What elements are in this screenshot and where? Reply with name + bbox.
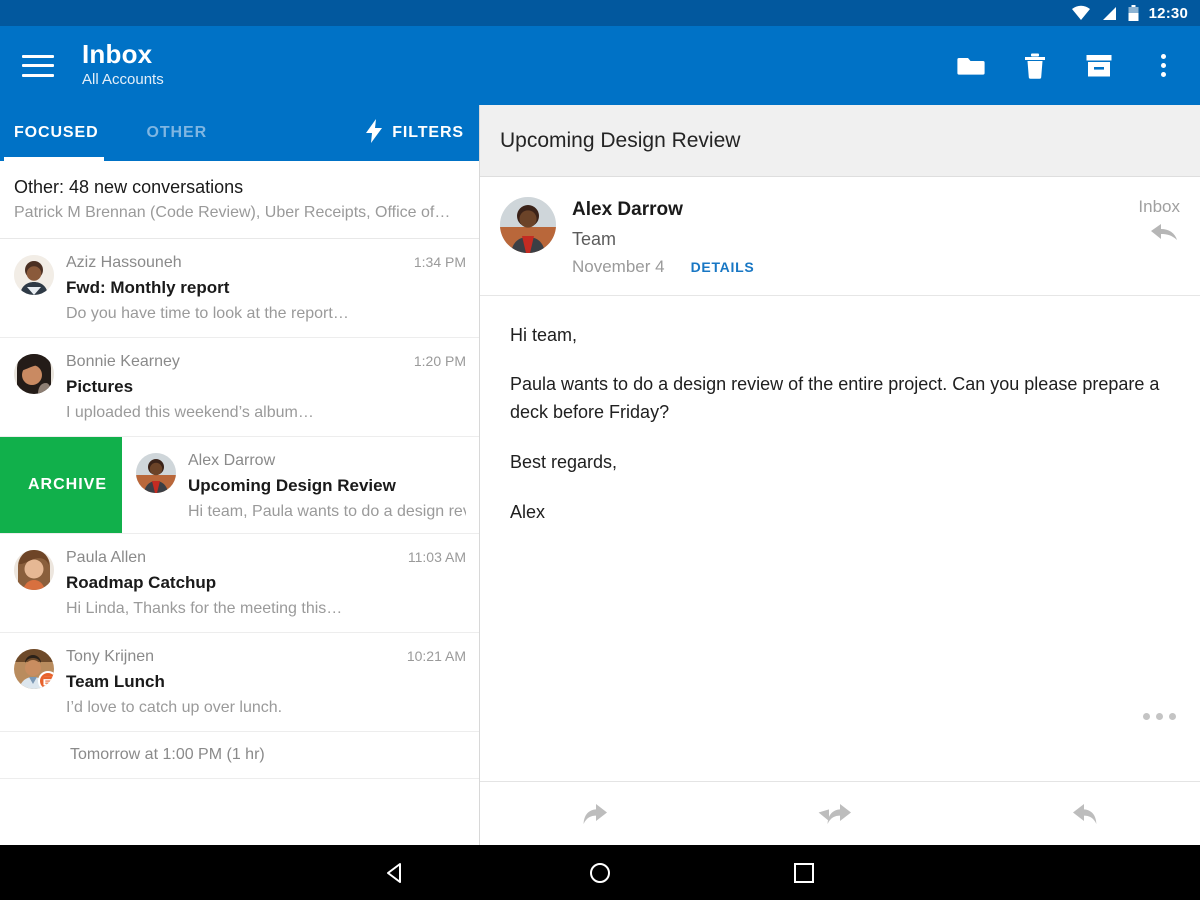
forward-button[interactable] <box>960 801 1200 827</box>
sender-name: Bonnie Kearney <box>66 350 180 374</box>
avatar <box>500 197 556 253</box>
reply-button[interactable] <box>480 801 720 827</box>
list-item-content: Bonnie Kearney 1:20 PM Pictures I upload… <box>66 350 466 424</box>
timestamp: 10:21 AM <box>399 648 466 664</box>
list-item[interactable]: Paula Allen 11:03 AM Roadmap Catchup Hi … <box>0 534 480 633</box>
subject-line: Team Lunch <box>66 670 466 695</box>
preview-text: I’d love to catch up over lunch. <box>66 696 466 719</box>
tab-other[interactable]: OTHER <box>147 124 208 142</box>
body-closing: Best regards, <box>510 449 1170 477</box>
app-screen: 12:30 Inbox All Accounts <box>0 0 1200 900</box>
app-bar-actions <box>956 51 1200 81</box>
page-subtitle: All Accounts <box>82 69 164 92</box>
email-sender-name: Alex Darrow <box>572 197 1138 224</box>
avatar <box>14 354 54 394</box>
avatar <box>14 255 54 295</box>
body-greeting: Hi team, <box>510 322 1170 350</box>
avatar <box>14 649 54 689</box>
list-item-swiped[interactable]: ARCHIVE Alex Darrow Upcoming Design Revi… <box>0 437 480 534</box>
page-title: Inbox <box>82 40 164 69</box>
reading-pane: Upcoming Design Review Alex Darrow Team … <box>480 105 1200 845</box>
list-item[interactable]: Bonnie Kearney 1:20 PM Pictures I upload… <box>0 338 480 437</box>
subject-line: Pictures <box>66 375 466 400</box>
list-item-content: Aziz Hassouneh 1:34 PM Fwd: Monthly repo… <box>66 251 466 325</box>
list-item-text: Alex Darrow Upcoming Design Review Hi te… <box>188 449 466 521</box>
avatar <box>14 550 54 590</box>
android-recents-button[interactable] <box>787 856 821 890</box>
email-folder-block: Inbox <box>1138 197 1180 277</box>
timestamp: 1:34 PM <box>406 254 466 270</box>
sender-name: Paula Allen <box>66 546 146 570</box>
reply-all-button[interactable] <box>720 801 960 827</box>
avatar <box>136 453 176 493</box>
other-banner-subtitle: Patrick M Brennan (Code Review), Uber Re… <box>14 201 480 224</box>
folder-label: Inbox <box>1138 197 1180 217</box>
body-signature: Alex <box>510 499 1170 527</box>
timestamp: 11:03 AM <box>400 549 466 565</box>
tab-bar: FOCUSED OTHER FILTERS <box>0 105 480 161</box>
more-vertical-icon <box>1161 54 1166 77</box>
email-sender-meta: Alex Darrow Team November 4 DETAILS <box>572 197 1138 277</box>
active-tab-indicator <box>4 157 104 161</box>
email-subject: Upcoming Design Review <box>500 129 740 153</box>
app-bar: Inbox All Accounts <box>0 26 1200 105</box>
list-item-content: Tony Krijnen 10:21 AM Team Lunch I’d lov… <box>66 645 466 719</box>
sender-name: Aziz Hassouneh <box>66 251 182 275</box>
calendar-icon <box>38 671 54 689</box>
preview-text: Hi team, Paula wants to do a design revi… <box>188 500 466 523</box>
preview-text: Hi Linda, Thanks for the meeting this… <box>66 597 466 620</box>
list-item-content[interactable]: Alex Darrow Upcoming Design Review Hi te… <box>122 437 480 533</box>
message-list-pane: FOCUSED OTHER FILTERS Other: 48 new conv… <box>0 105 480 845</box>
message-list: Aziz Hassouneh 1:34 PM Fwd: Monthly repo… <box>0 239 480 778</box>
email-body: Hi team, Paula wants to do a design revi… <box>480 296 1200 527</box>
meeting-time-note: Tomorrow at 1:00 PM (1 hr) <box>0 732 480 779</box>
list-item-content: Paula Allen 11:03 AM Roadmap Catchup Hi … <box>66 546 466 620</box>
android-home-button[interactable] <box>583 856 617 890</box>
other-conversations-banner[interactable]: Other: 48 new conversations Patrick M Br… <box>0 161 480 239</box>
app-bar-title-block: Inbox All Accounts <box>82 40 164 91</box>
subject-line: Roadmap Catchup <box>66 571 466 596</box>
swipe-archive-label: ARCHIVE <box>28 476 107 494</box>
tab-focused[interactable]: FOCUSED <box>14 124 99 142</box>
overflow-menu-button[interactable] <box>1148 51 1178 81</box>
status-bar: 12:30 <box>0 0 1200 26</box>
move-to-folder-button[interactable] <box>956 51 986 81</box>
reading-pane-subject-bar: Upcoming Design Review <box>480 105 1200 177</box>
hamburger-menu-icon[interactable] <box>22 55 54 77</box>
ellipsis-icon[interactable] <box>1143 713 1176 720</box>
preview-text: I uploaded this weekend’s album… <box>66 401 466 424</box>
email-recipients: Team <box>572 226 1138 253</box>
email-date: November 4 <box>572 257 665 277</box>
filters-button[interactable]: FILTERS <box>366 119 464 148</box>
android-back-button[interactable] <box>379 856 413 890</box>
status-bar-clock: 12:30 <box>1149 5 1188 22</box>
subject-line: Fwd: Monthly report <box>66 276 466 301</box>
details-button[interactable]: DETAILS <box>691 259 755 275</box>
reply-arrow-icon[interactable] <box>1150 221 1180 248</box>
battery-icon <box>1128 5 1139 22</box>
android-navigation-bar <box>0 845 1200 900</box>
preview-text: Do you have time to look at the report… <box>66 302 466 325</box>
sender-name: Alex Darrow <box>188 449 275 473</box>
list-item[interactable]: Tony Krijnen 10:21 AM Team Lunch I’d lov… <box>0 633 480 732</box>
reading-pane-action-bar <box>480 781 1200 845</box>
cell-signal-icon <box>1101 6 1118 21</box>
delete-button[interactable] <box>1020 51 1050 81</box>
lightning-bolt-icon <box>366 119 382 148</box>
wifi-icon <box>1071 5 1091 21</box>
archive-button[interactable] <box>1084 51 1114 81</box>
other-banner-title: Other: 48 new conversations <box>14 175 480 199</box>
timestamp: 1:20 PM <box>406 353 466 369</box>
email-header: Alex Darrow Team November 4 DETAILS Inbo… <box>480 177 1200 296</box>
filters-label: FILTERS <box>392 124 464 142</box>
subject-line: Upcoming Design Review <box>188 474 466 499</box>
list-item[interactable]: Aziz Hassouneh 1:34 PM Fwd: Monthly repo… <box>0 239 480 338</box>
sender-name: Tony Krijnen <box>66 645 154 669</box>
body-paragraph: Paula wants to do a design review of the… <box>510 371 1170 427</box>
